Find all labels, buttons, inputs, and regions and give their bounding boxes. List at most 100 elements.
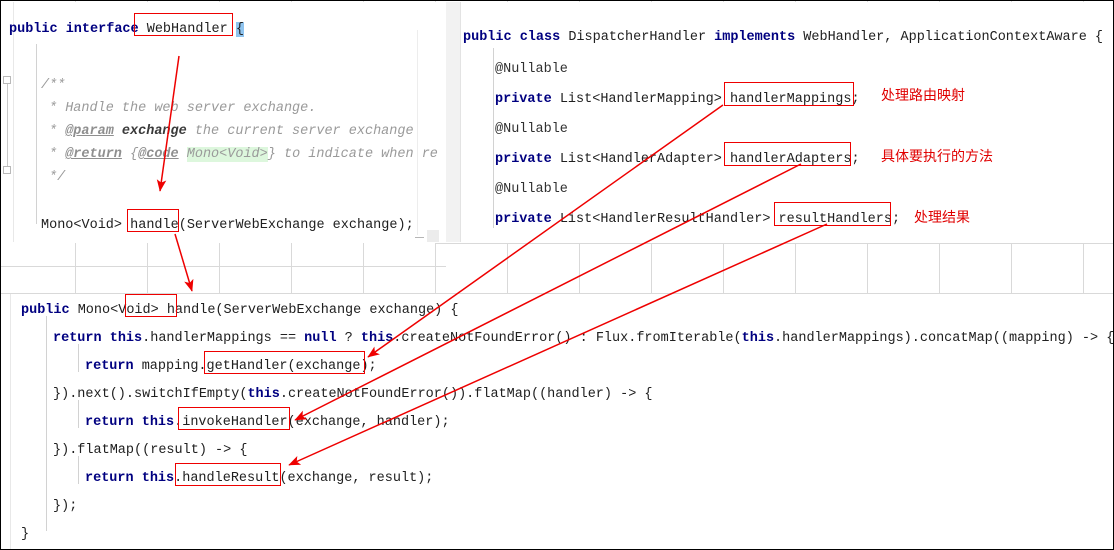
code-token: @param	[65, 124, 114, 139]
code-token: /**	[41, 78, 66, 93]
code-fold-icon[interactable]	[3, 166, 11, 174]
grid-line	[219, 243, 220, 293]
code-token: Mono<Void> handle(ServerWebExchange exch…	[69, 303, 459, 318]
code-token: } to indicate when re	[267, 147, 438, 162]
code-line: return this.invokeHandler(exchange, hand…	[85, 416, 450, 430]
code-fold-icon[interactable]	[3, 76, 11, 84]
code-token: .createNotFoundError() : Flux.fromIterab…	[393, 331, 742, 346]
code-token: *	[49, 147, 66, 162]
code-line: public interface WebHandler {	[9, 22, 244, 37]
code-token: @Nullable	[495, 62, 568, 77]
grid-line	[939, 243, 940, 293]
code-token: }).next().switchIfEmpty(	[53, 387, 248, 402]
code-line: private List<HandlerResultHandler> resul…	[495, 213, 900, 227]
code-token: null	[304, 331, 337, 346]
code-line: }	[21, 528, 29, 542]
indent-guide	[78, 400, 79, 428]
note-handle-result: 处理结果	[914, 210, 970, 226]
code-line: public Mono<Void> handle(ServerWebExchan…	[21, 304, 458, 318]
code-line: */	[49, 171, 65, 185]
code-token: implements	[714, 30, 796, 45]
code-token: List<HandlerMapping> handlerMappings;	[551, 92, 860, 107]
code-token: */	[49, 170, 66, 185]
code-token: .handlerMappings).concatMap((mapping) ->…	[774, 331, 1114, 346]
code-line: /**	[41, 79, 65, 93]
fold-connector	[7, 84, 8, 166]
editor-gutter	[446, 2, 461, 242]
code-token: * Handle the web server exchange.	[49, 101, 317, 116]
scroll-marker	[427, 230, 439, 242]
code-token: {	[235, 22, 244, 37]
grid-line	[417, 30, 418, 235]
code-token: Mono<Void> handle	[41, 218, 179, 233]
code-token: this	[247, 387, 280, 402]
grid-line	[867, 243, 868, 293]
grid-line	[795, 243, 796, 293]
code-token: Mono<Void>	[186, 147, 268, 162]
code-token: {	[121, 147, 139, 162]
code-token: exchange	[121, 124, 187, 139]
grid-line	[579, 243, 580, 293]
editor-gutter	[2, 2, 14, 242]
note-route-mapping: 处理路由映射	[881, 88, 965, 104]
code-line: public class DispatcherHandler implement…	[463, 31, 1103, 45]
code-line: return mapping.getHandler(exchange);	[85, 360, 377, 374]
code-token: @Nullable	[495, 182, 568, 197]
grid-line	[75, 243, 76, 293]
code-token: @Nullable	[495, 122, 568, 137]
code-token: });	[53, 499, 78, 514]
code-line: return this.handlerMappings == null ? th…	[53, 331, 1114, 346]
annotated-code-diagram: public interface WebHandler { /** * Handle…	[0, 0, 1114, 550]
code-token: (ServerWebExchange exchange);	[178, 218, 414, 233]
grid-line	[363, 243, 364, 293]
code-token: return	[85, 471, 134, 486]
scroll-marker-dash	[415, 237, 424, 238]
code-line: private List<HandlerMapping> handlerMapp…	[495, 93, 860, 107]
grid-line	[651, 243, 652, 293]
code-token: public class	[463, 30, 569, 45]
grid-line	[291, 243, 292, 293]
code-token: private	[495, 212, 552, 227]
code-token: List<HandlerAdapter> handlerAdapters;	[551, 152, 860, 167]
code-token: mapping.getHandler(exchange);	[133, 359, 377, 374]
code-token: WebHandler, ApplicationContextAware {	[795, 30, 1104, 45]
code-token: this	[141, 415, 175, 430]
grid-line	[147, 243, 148, 293]
code-token: }).flatMap((result) -> {	[53, 443, 248, 458]
code-line: Mono<Void> handle(ServerWebExchange exch…	[41, 219, 414, 233]
code-token: this	[109, 331, 143, 346]
grid-line	[1011, 243, 1012, 293]
panel-webhandler-interface	[2, 2, 446, 242]
code-line: @Nullable	[495, 123, 568, 137]
code-line: }).flatMap((result) -> {	[53, 444, 247, 458]
code-token: public	[21, 303, 70, 318]
code-line: private List<HandlerAdapter> handlerAdap…	[495, 153, 860, 167]
code-token: return	[85, 415, 134, 430]
code-line: * @return {@code Mono<Void>} to indicate…	[49, 147, 438, 162]
grid-line	[1, 266, 446, 267]
code-token: }	[21, 527, 30, 542]
code-token: .handleResult(exchange, result);	[174, 471, 434, 486]
code-token: .invokeHandler(exchange, handler);	[174, 415, 450, 430]
code-line: return this.handleResult(exchange, resul…	[85, 472, 433, 486]
code-token: return	[85, 359, 134, 374]
code-token: ?	[336, 331, 361, 346]
code-token: *	[49, 124, 66, 139]
code-token: .handlerMappings ==	[142, 331, 305, 346]
code-token: private	[495, 92, 552, 107]
code-token: WebHandler	[146, 22, 236, 37]
code-token: this	[360, 331, 394, 346]
indent-guide	[78, 456, 79, 484]
code-token: @return	[65, 147, 122, 162]
code-token: this	[741, 331, 775, 346]
code-token: @code	[138, 147, 179, 162]
arrow-handle-to-impl	[174, 233, 194, 292]
grid-line	[507, 243, 508, 293]
indent-guide	[493, 48, 494, 228]
code-token: DispatcherHandler	[568, 30, 715, 45]
code-line: * Handle the web server exchange.	[49, 102, 316, 116]
